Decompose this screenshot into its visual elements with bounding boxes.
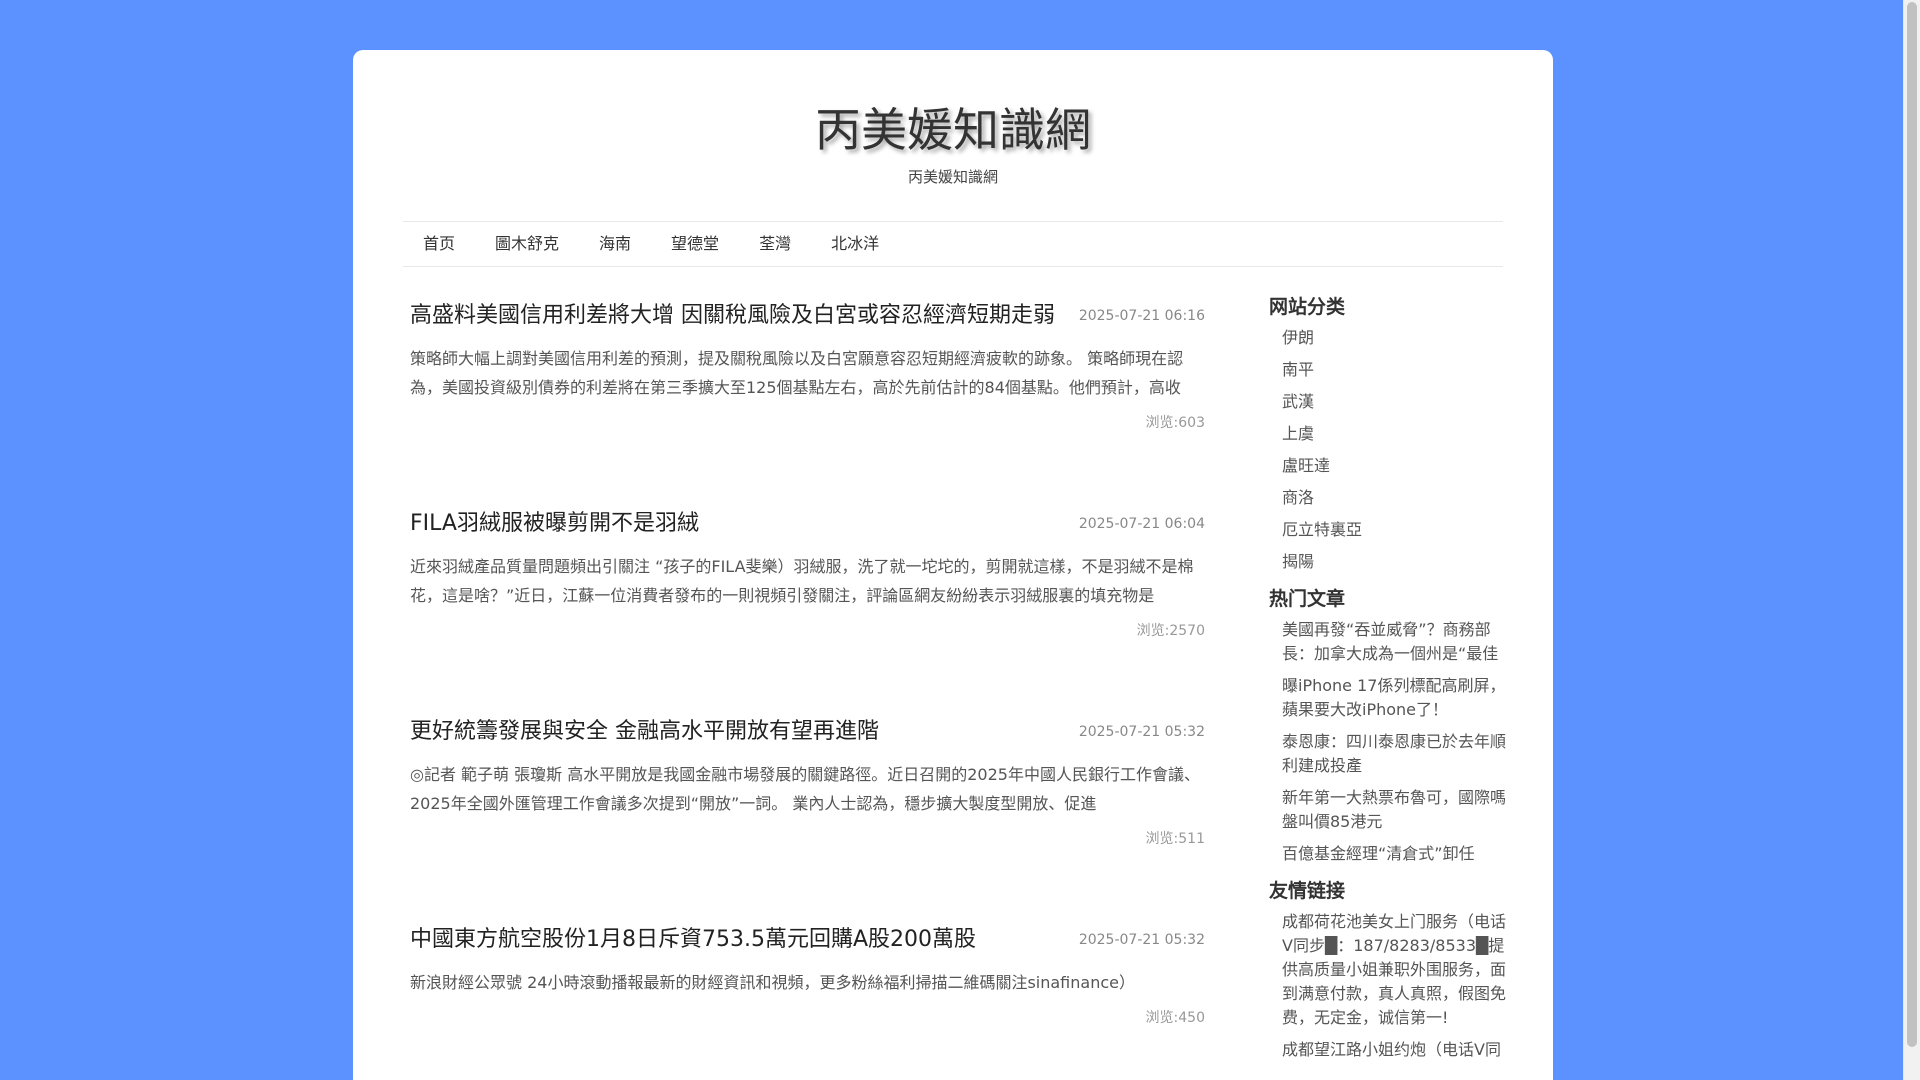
friend-links-widget: 友情链接 成都荷花池美女上门服务（电话V同步█：187/8283/8533█提供… — [1269, 878, 1509, 1062]
nav-item-tumshuk[interactable]: 圖木舒克 — [475, 222, 579, 266]
nav-item-home[interactable]: 首页 — [403, 222, 475, 266]
article-item: FILA羽絨服被曝剪開不是羽絨 2025-07-21 06:04 近來羽絨產品質… — [410, 508, 1205, 716]
article-title[interactable]: 中國東方航空股份1月8日斥資753.5萬元回購A股200萬股 — [410, 924, 1070, 956]
article-summary: 近來羽絨產品質量問題頻出引關注 “孩子的FILA斐樂）羽絨服，洗了就一坨坨的，剪… — [410, 557, 1194, 605]
article-views: 浏览:603 — [1145, 415, 1205, 431]
article-title[interactable]: 高盛料美國信用利差將大增 因關稅風險及白宮或容忍經濟短期走弱 — [410, 300, 1070, 332]
nav-item-tsuenwan[interactable]: 荃灣 — [739, 222, 811, 266]
friend-links-title: 友情链接 — [1269, 880, 1346, 902]
article-views: 浏览:511 — [1145, 831, 1205, 847]
categories-widget: 网站分类 伊朗 南平 武漢 上虞 盧旺達 商洛 厄立特裏亞 揭陽 — [1269, 294, 1509, 574]
hot-articles-widget: 热门文章 美國再發“吞並威脅”？商務部長：加拿大成為一個州是“最佳 曝iPhon… — [1269, 586, 1509, 866]
hot-article-item[interactable]: 新年第一大熱票布魯可，國際嗎盤叫價85港元 — [1269, 786, 1509, 834]
categories-title: 网站分类 — [1269, 296, 1346, 318]
article-summary: ◎記者 範子萌 張瓊斯 高水平開放是我國金融市場發展的關鍵路徑。近日召開的202… — [410, 765, 1200, 813]
category-item[interactable]: 厄立特裏亞 — [1269, 518, 1509, 542]
category-item[interactable]: 揭陽 — [1269, 550, 1509, 574]
site-description: 丙美媛知識網 — [907, 168, 998, 186]
scrollbar-thumb[interactable] — [1907, 2, 1917, 1047]
main-nav: 首页 圖木舒克 海南 望德堂 荃灣 北冰洋 — [403, 221, 1503, 267]
article-summary: 策略師大幅上調對美國信用利差的預測，提及關稅風險以及白宮願意容忍短期經濟疲軟的跡… — [410, 349, 1184, 397]
hot-article-item[interactable]: 美國再發“吞並威脅”？商務部長：加拿大成為一個州是“最佳 — [1269, 618, 1509, 666]
article-summary: 新浪財經公眾號 24小時滾動播報最新的財經資訊和視頻，更多粉絲福利掃描二維碼關注… — [410, 973, 1135, 992]
article-list: 高盛料美國信用利差將大增 因關稅風險及白宮或容忍經濟短期走弱 2025-07-2… — [410, 300, 1205, 1080]
hot-article-item[interactable]: 泰恩康：四川泰恩康已於去年順利建成投產 — [1269, 730, 1509, 778]
article-title[interactable]: 更好統籌發展與安全 金融高水平開放有望再進階 — [410, 716, 1070, 748]
site-header: 丙美媛知識網 丙美媛知識網 — [353, 50, 1553, 187]
category-item[interactable]: 盧旺達 — [1269, 454, 1509, 478]
sidebar: 网站分类 伊朗 南平 武漢 上虞 盧旺達 商洛 厄立特裏亞 揭陽 热门文章 美國… — [1269, 294, 1509, 1074]
page-container: 丙美媛知識網 丙美媛知識網 首页 圖木舒克 海南 望德堂 荃灣 北冰洋 高盛料美… — [353, 50, 1553, 1080]
friend-link-item[interactable]: 成都望江路小姐约炮（电话V同 — [1269, 1038, 1509, 1062]
article-title[interactable]: FILA羽絨服被曝剪開不是羽絨 — [410, 508, 1070, 540]
page-scrollbar[interactable] — [1903, 0, 1920, 1080]
article-date: 2025-07-21 05:32 — [1078, 932, 1205, 948]
category-item[interactable]: 商洛 — [1269, 486, 1509, 510]
category-item[interactable]: 伊朗 — [1269, 326, 1509, 350]
category-item[interactable]: 上虞 — [1269, 422, 1509, 446]
friend-link-item[interactable]: 成都荷花池美女上门服务（电话V同步█：187/8283/8533█提供高质量小姐… — [1269, 910, 1509, 1030]
category-item[interactable]: 武漢 — [1269, 390, 1509, 414]
article-date: 2025-07-21 06:16 — [1078, 308, 1205, 324]
article-date: 2025-07-21 06:04 — [1078, 516, 1205, 532]
article-views: 浏览:450 — [1145, 1010, 1205, 1026]
article-item: 更好統籌發展與安全 金融高水平開放有望再進階 2025-07-21 05:32 … — [410, 716, 1205, 924]
nav-item-arctic[interactable]: 北冰洋 — [811, 222, 899, 266]
nav-item-hainan[interactable]: 海南 — [579, 222, 651, 266]
article-views: 浏览:2570 — [1136, 623, 1205, 639]
nav-item-wangdetang[interactable]: 望德堂 — [651, 222, 739, 266]
hot-articles-title: 热门文章 — [1269, 588, 1346, 610]
article-item: 高盛料美國信用利差將大增 因關稅風險及白宮或容忍經濟短期走弱 2025-07-2… — [410, 300, 1205, 508]
article-item: 中國東方航空股份1月8日斥資753.5萬元回購A股200萬股 2025-07-2… — [410, 924, 1205, 1080]
category-item[interactable]: 南平 — [1269, 358, 1509, 382]
article-date: 2025-07-21 05:32 — [1078, 724, 1205, 740]
hot-article-item[interactable]: 曝iPhone 17係列標配高刷屏，蘋果要大改iPhone了！ — [1269, 674, 1509, 722]
hot-article-item[interactable]: 百億基金經理“清倉式”卸任 — [1269, 842, 1509, 866]
site-title[interactable]: 丙美媛知識網 — [353, 102, 1553, 158]
